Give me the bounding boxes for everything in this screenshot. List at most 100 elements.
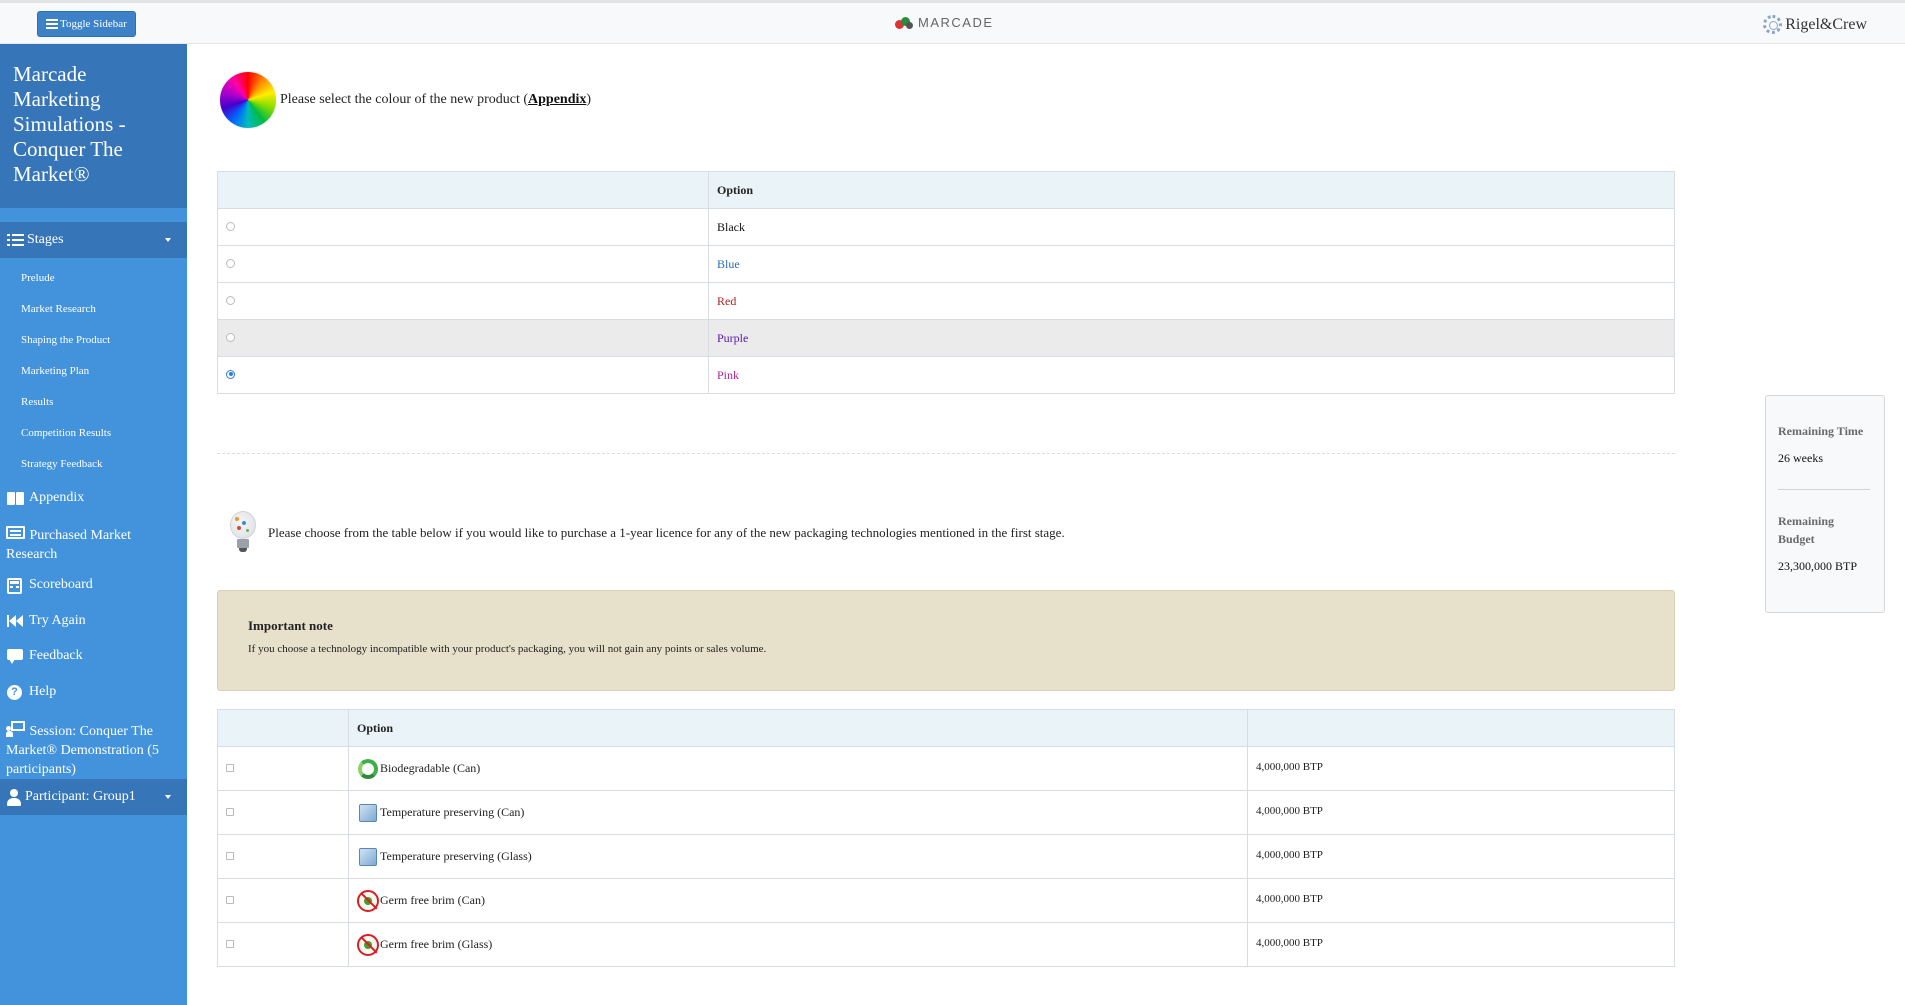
colour-row-red[interactable]: Red: [217, 282, 1675, 320]
important-note: Important note If you choose a technolog…: [217, 590, 1675, 691]
important-note-text: If you choose a technology incompatible …: [248, 643, 767, 655]
table-header-select: [217, 709, 349, 747]
sidebar-stage-competition-results[interactable]: Competition Results: [0, 417, 187, 448]
rigel-crew-logo: Rigel&Crew: [1763, 15, 1867, 34]
table-header-option: Option: [348, 709, 1248, 747]
sidebar-item-label: Feedback: [29, 648, 83, 663]
ice-cube-icon: [359, 847, 377, 866]
table-cell-option: Temperature preserving (Glass): [348, 834, 1248, 879]
colour-row-black[interactable]: Black: [217, 208, 1675, 246]
sidebar-item-label: Try Again: [29, 613, 86, 628]
radio-pink[interactable]: [226, 369, 235, 379]
sidebar-item-label: Session: Conquer The Market® Demonstrati…: [6, 724, 159, 777]
sidebar-item-session[interactable]: Session: Conquer The Market® Demonstrati…: [0, 715, 187, 779]
sidebar-stage-results[interactable]: Results: [0, 386, 187, 417]
colour-wheel-icon: [220, 72, 276, 128]
gear-icon: [1763, 15, 1783, 34]
sidebar-stage-market-research[interactable]: Market Research: [0, 293, 187, 324]
technology-options-table: Option Biodegradable (Can) 4,000,000 BTP…: [217, 709, 1675, 967]
radio-black[interactable]: [226, 221, 235, 231]
table-header-select: [217, 171, 709, 209]
important-note-title: Important note: [248, 618, 333, 633]
table-cell-radio: [217, 282, 709, 320]
sidebar-item-help[interactable]: ? Help: [0, 679, 187, 715]
remaining-budget-value: 23,300,000 BTP: [1778, 559, 1858, 573]
section-divider: [217, 453, 1675, 454]
table-cell-radio: [217, 319, 709, 357]
remaining-budget-label: Remaining Budget: [1778, 514, 1835, 546]
rigel-crew-text: Rigel&Crew: [1785, 15, 1867, 33]
sidebar-stages-toggle[interactable]: Stages: [0, 222, 187, 258]
technology-label: Germ free brim (Can): [380, 893, 485, 907]
remaining-time-label: Remaining Time: [1778, 424, 1864, 438]
technology-row-temperature-preserving-can[interactable]: Temperature preserving (Can) 4,000,000 B…: [217, 790, 1675, 835]
colour-row-purple[interactable]: Purple: [217, 319, 1675, 357]
technology-row-germ-free-brim-glass[interactable]: Germ free brim (Glass) 4,000,000 BTP: [217, 922, 1675, 967]
sidebar-item-scoreboard[interactable]: Scoreboard: [0, 571, 187, 607]
colour-row-blue[interactable]: Blue: [217, 245, 1675, 283]
chevron-down-icon: [165, 238, 171, 242]
sidebar-stage-prelude[interactable]: Prelude: [0, 262, 187, 293]
technology-row-germ-free-brim-can[interactable]: Germ free brim (Can) 4,000,000 BTP: [217, 878, 1675, 923]
list-icon: [7, 233, 25, 247]
checkbox-temperature-preserving-glass[interactable]: [226, 852, 234, 860]
sidebar-stage-shaping-the-product[interactable]: Shaping the Product: [0, 324, 187, 355]
colour-question-text-before: Please select the colour of the new prod…: [280, 92, 529, 107]
chevron-down-icon: [165, 795, 171, 799]
table-cell-radio: [217, 245, 709, 283]
participant-label: Participant: Group1: [25, 789, 136, 804]
table-header-row: Option: [217, 709, 1675, 747]
checkbox-biodegradable-can[interactable]: [226, 764, 234, 772]
table-header-price: [1247, 709, 1675, 747]
technology-row-temperature-preserving-glass[interactable]: Temperature preserving (Glass) 4,000,000…: [217, 834, 1675, 879]
light-bulb-icon: [224, 509, 262, 557]
colour-label-pink: Pink: [708, 356, 1675, 394]
comment-icon: [6, 648, 26, 665]
appendix-link[interactable]: Appendix: [528, 92, 586, 107]
sidebar: Marcade Marketing Simulations - Conquer …: [0, 44, 187, 1005]
checkbox-germ-free-brim-glass[interactable]: [226, 940, 234, 948]
remaining-time-value: 26 weeks: [1778, 451, 1823, 465]
sidebar-item-feedback[interactable]: Feedback: [0, 643, 187, 679]
technology-label: Germ free brim (Glass): [380, 937, 493, 951]
technology-row-biodegradable-can[interactable]: Biodegradable (Can) 4,000,000 BTP: [217, 746, 1675, 791]
checkbox-germ-free-brim-can[interactable]: [226, 896, 234, 904]
sidebar-stage-marketing-plan[interactable]: Marketing Plan: [0, 355, 187, 386]
table-cell-option: Temperature preserving (Can): [348, 790, 1248, 835]
sidebar-item-purchased-market-research[interactable]: Purchased Market Research: [0, 517, 187, 571]
sidebar-item-try-again[interactable]: Try Again: [0, 607, 187, 643]
radio-purple[interactable]: [226, 332, 235, 342]
toggle-sidebar-button[interactable]: Toggle Sidebar: [37, 11, 136, 37]
colour-options-table: Option Black Blue Red Purple Pink: [217, 171, 1675, 394]
no-germ-icon: [357, 933, 379, 956]
radio-red[interactable]: [226, 295, 235, 305]
colour-label-red: Red: [708, 282, 1675, 320]
colour-row-pink[interactable]: Pink: [217, 356, 1675, 394]
remaining-panel: Remaining Time 26 weeks Remaining Budget…: [1765, 395, 1885, 613]
table-cell-option: Biodegradable (Can): [348, 746, 1248, 791]
research-icon: [6, 524, 26, 541]
menu-icon: [46, 19, 58, 29]
sidebar-participant-toggle[interactable]: Participant: Group1: [0, 779, 187, 815]
marcade-logo-icon: [895, 16, 915, 30]
table-cell-checkbox: [217, 834, 349, 879]
technology-price: 4,000,000 BTP: [1247, 922, 1675, 967]
sidebar-item-appendix[interactable]: Appendix: [0, 483, 187, 517]
checkbox-temperature-preserving-can[interactable]: [226, 808, 234, 816]
radio-blue[interactable]: [226, 258, 235, 268]
colour-label-purple: Purple: [708, 319, 1675, 357]
ice-cube-icon: [359, 803, 377, 822]
rewind-icon: [6, 613, 26, 630]
sidebar-item-label: Appendix: [29, 490, 85, 505]
table-header-option: Option: [708, 171, 1675, 209]
technology-label: Biodegradable (Can): [380, 761, 481, 775]
sidebar-item-label: Scoreboard: [29, 577, 93, 592]
colour-label-blue: Blue: [708, 245, 1675, 283]
table-cell-radio: [217, 208, 709, 246]
remaining-divider: [1778, 489, 1870, 490]
calculator-icon: [6, 577, 26, 594]
presentation-icon: [6, 720, 26, 737]
sidebar-stage-strategy-feedback[interactable]: Strategy Feedback: [0, 448, 187, 479]
table-header-row: Option: [217, 171, 1675, 209]
table-cell-radio: [217, 356, 709, 394]
